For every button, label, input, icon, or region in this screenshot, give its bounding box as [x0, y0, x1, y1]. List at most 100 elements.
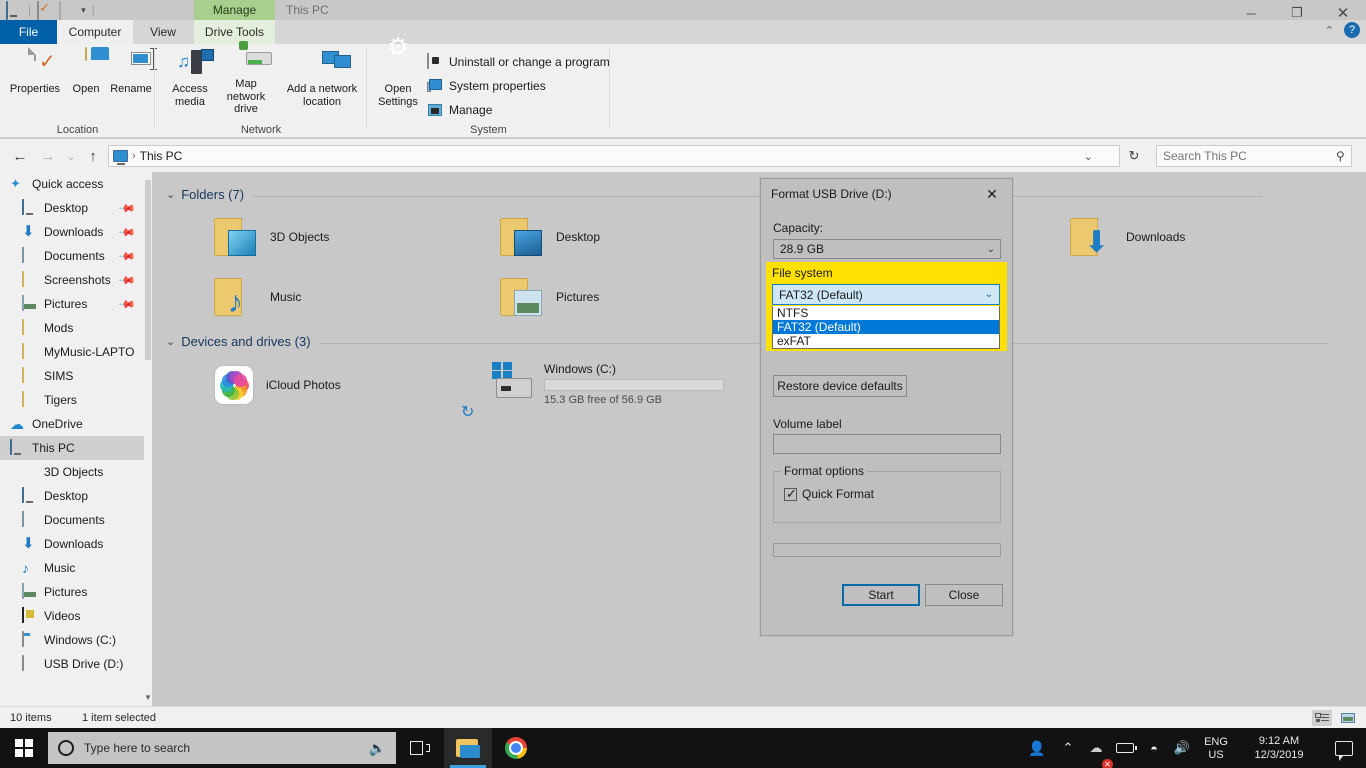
properties-icon[interactable]	[37, 1, 53, 20]
pin-icon[interactable]: 📌	[118, 247, 137, 265]
sidebar-item-documents[interactable]: Documents	[0, 508, 152, 532]
sidebar-item-desktop[interactable]: Desktop	[0, 484, 152, 508]
volume-label-input[interactable]	[773, 434, 1001, 454]
taskbar-app-google-chrome[interactable]	[492, 728, 540, 768]
refresh-button[interactable]: ↻	[1124, 145, 1144, 167]
search-input[interactable]: Search This PC ⚲	[1156, 145, 1352, 167]
sidebar-item-this-pc[interactable]: This PC	[0, 436, 152, 460]
add-network-location-button[interactable]: Add a network location	[281, 48, 363, 116]
pin-icon[interactable]: 📌	[118, 271, 137, 289]
restore-device-defaults-button[interactable]: Restore device defaults	[773, 375, 907, 397]
group-header-label: Folders (7)	[181, 187, 245, 202]
file-system-select[interactable]: FAT32 (Default) ⌄	[772, 284, 1000, 305]
sidebar-item-tigers[interactable]: Tigers	[0, 388, 152, 412]
blank-icon[interactable]	[59, 1, 75, 20]
up-button[interactable]: ↑	[82, 145, 104, 167]
folder-item-pictures[interactable]: Pictures	[500, 278, 599, 316]
device-item-icloud-photos[interactable]: iCloud Photos	[214, 365, 341, 405]
tab-file[interactable]: File	[0, 20, 57, 44]
breadcrumb[interactable]: This PC	[140, 149, 183, 163]
address-field[interactable]: › This PC ⌄	[108, 145, 1120, 167]
manage-button[interactable]: Manage	[427, 100, 492, 120]
group-header-label: Devices and drives (3)	[181, 334, 311, 349]
chevron-down-icon[interactable]: ▾	[81, 5, 86, 16]
taskbar-search-input[interactable]: Type here to search 🔈	[48, 732, 396, 764]
pin-icon[interactable]: 📌	[118, 295, 137, 313]
rename-button[interactable]: Rename	[100, 48, 162, 116]
tab-view[interactable]: View	[133, 20, 193, 44]
file-system-option-fat32-default[interactable]: FAT32 (Default)	[773, 320, 999, 334]
tab-computer[interactable]: Computer	[57, 20, 133, 44]
volume-icon[interactable]: 🔊	[1168, 728, 1196, 768]
file-system-option-ntfs[interactable]: NTFS	[773, 306, 999, 320]
sidebar-item-screenshots[interactable]: Screenshots 📌	[0, 268, 152, 292]
uninstall-program-button[interactable]: Uninstall or change a program	[427, 52, 610, 72]
show-hidden-icons-icon[interactable]: ⌃	[1054, 728, 1082, 768]
start-button[interactable]: Start	[842, 584, 920, 606]
file-system-option-exfat[interactable]: exFAT	[773, 334, 999, 348]
folder-icon	[22, 271, 38, 288]
sidebar-item-desktop[interactable]: Desktop 📌	[0, 196, 152, 220]
access-media-button[interactable]: ♫ Access media	[159, 48, 221, 116]
taskbar-app-file-explorer[interactable]	[444, 728, 492, 768]
sidebar-item-mymusic-lapto[interactable]: MyMusic-LAPTO	[0, 340, 152, 364]
scrollbar-thumb[interactable]	[145, 180, 151, 360]
wifi-icon[interactable]: ◓	[1140, 728, 1168, 768]
sidebar-item-videos[interactable]: Videos	[0, 604, 152, 628]
pin-icon[interactable]: 📌	[118, 199, 137, 217]
microphone-icon[interactable]: 🔈	[369, 740, 386, 757]
capacity-select[interactable]: 28.9 GB ⌄	[773, 239, 1001, 259]
this-pc-icon[interactable]	[6, 1, 22, 20]
sidebar-item-documents[interactable]: Documents 📌	[0, 244, 152, 268]
group-header-devices[interactable]: ⌄ Devices and drives (3)	[166, 334, 1329, 349]
group-header-folders[interactable]: ⌄ Folders (7)	[166, 187, 1263, 202]
language-indicator[interactable]: ENG US	[1196, 728, 1236, 768]
sidebar-item-sims[interactable]: SIMS	[0, 364, 152, 388]
sidebar-item-pictures[interactable]: Pictures	[0, 580, 152, 604]
forward-button[interactable]: →	[36, 145, 60, 167]
sidebar-item-onedrive[interactable]: ☁ OneDrive	[0, 412, 152, 436]
clock[interactable]: 9:12 AM 12/3/2019	[1236, 728, 1322, 768]
quick-format-checkbox[interactable]: Quick Format	[784, 486, 874, 502]
folder-item-desktop[interactable]: Desktop	[500, 218, 600, 256]
close-dialog-button[interactable]: Close	[925, 584, 1003, 606]
drive-item-windows-c[interactable]: Windows (C:) 15.3 GB free of 56.9 GB	[492, 360, 724, 406]
sidebar-item-windows-c[interactable]: Windows (C:)	[0, 628, 152, 652]
battery-icon[interactable]	[1110, 728, 1140, 768]
folder-item-downloads[interactable]: ⬇ Downloads	[1070, 218, 1185, 258]
sidebar-item-downloads[interactable]: ⬇ Downloads 📌	[0, 220, 152, 244]
chevron-down-icon[interactable]: ⌄	[1084, 150, 1093, 163]
sidebar-item-music[interactable]: ♪ Music	[0, 556, 152, 580]
sidebar-item-pictures[interactable]: Pictures 📌	[0, 292, 152, 316]
folder-item-music[interactable]: ♪ Music	[214, 278, 301, 318]
help-icon[interactable]: ?	[1344, 22, 1360, 38]
usb-drive-icon	[22, 655, 38, 672]
large-icons-view-icon[interactable]	[1338, 710, 1358, 726]
close-icon[interactable]: ✕	[972, 179, 1012, 209]
details-view-icon[interactable]	[1312, 710, 1332, 726]
back-button[interactable]: ←	[8, 145, 32, 167]
open-settings-button[interactable]: ⚙ Open Settings	[371, 36, 425, 116]
recent-locations-button[interactable]: ⌄	[62, 145, 80, 167]
task-view-icon[interactable]	[396, 728, 444, 768]
sidebar-item-mods[interactable]: Mods	[0, 316, 152, 340]
onedrive-error-icon[interactable]: ☁ ✕	[1082, 728, 1113, 768]
folder-icon	[22, 319, 38, 336]
scroll-down-icon[interactable]: ▼	[144, 690, 152, 704]
star-pin-icon: ✦	[10, 176, 21, 191]
folder-item-3d-objects[interactable]: 3D Objects	[214, 218, 329, 256]
collapse-ribbon-icon[interactable]: ⌃	[1325, 24, 1334, 37]
sidebar-item-usb-drive-d[interactable]: USB Drive (D:)	[0, 652, 152, 676]
action-center-icon[interactable]	[1322, 728, 1366, 768]
pin-icon[interactable]: 📌	[118, 223, 137, 241]
chevron-down-icon[interactable]: ⌄	[166, 335, 175, 348]
system-properties-button[interactable]: System properties	[427, 76, 546, 96]
sidebar-item-quick-access[interactable]: ✦ Quick access	[0, 172, 152, 196]
people-icon[interactable]: 👤	[1020, 728, 1054, 768]
sidebar-item-downloads[interactable]: ⬇ Downloads	[0, 532, 152, 556]
sidebar-item-3d-objects[interactable]: 3D Objects	[0, 460, 152, 484]
tab-drive-tools[interactable]: Drive Tools	[194, 20, 275, 44]
chevron-down-icon[interactable]: ⌄	[166, 188, 175, 201]
map-network-drive-button[interactable]: Map network drive	[215, 41, 277, 116]
windows-start-icon[interactable]	[0, 728, 48, 768]
